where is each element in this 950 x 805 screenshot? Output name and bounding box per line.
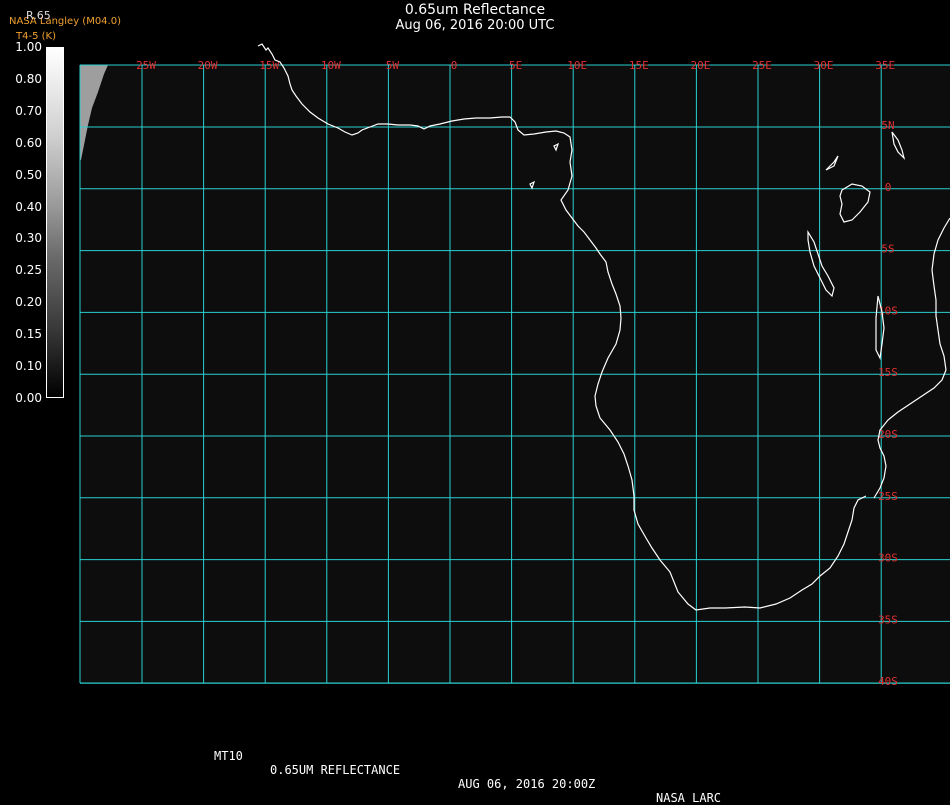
latitude-label: 30S [878,552,898,565]
latitude-label: 20S [878,428,898,441]
latitude-label: 35S [878,613,898,626]
longitude-label: 20W [198,59,218,72]
longitude-label: 30E [814,59,834,72]
longitude-label: 20E [690,59,710,72]
longitude-label: 0 [451,59,458,72]
map-panel: 25W 20W 15W 10W 5W 0 5E 10E 15E 20E 25E 30E 35E5N05S… [79,43,950,688]
latitude-label: 40S [878,675,898,688]
latitude-label: 15S [878,366,898,379]
footer-organization: NASA LARC [656,791,722,805]
longitude-label: 5E [509,59,522,72]
latitude-label: 5S [881,243,894,256]
longitude-label: 10W [321,59,341,72]
footer-datetime: AUG 06, 2016 20:00Z [458,777,596,791]
longitude-label: 25W [136,59,156,72]
longitude-label: 5W [386,59,400,72]
longitude-label: 10E [567,59,587,72]
longitude-label: 15E [629,59,649,72]
footer-product: 0.65UM REFLECTANCE [270,763,401,777]
footer-satellite: MT10 [214,749,243,763]
latitude-label: 5N [881,119,894,132]
longitude-label: 35E [875,59,895,72]
latitude-label: 25S [878,490,898,503]
longitude-label: 25E [752,59,772,72]
latitude-label: 0 [885,181,892,194]
footer-bar: MT10 0.65UM REFLECTANCE AUG 06, 2016 20:… [0,735,950,805]
